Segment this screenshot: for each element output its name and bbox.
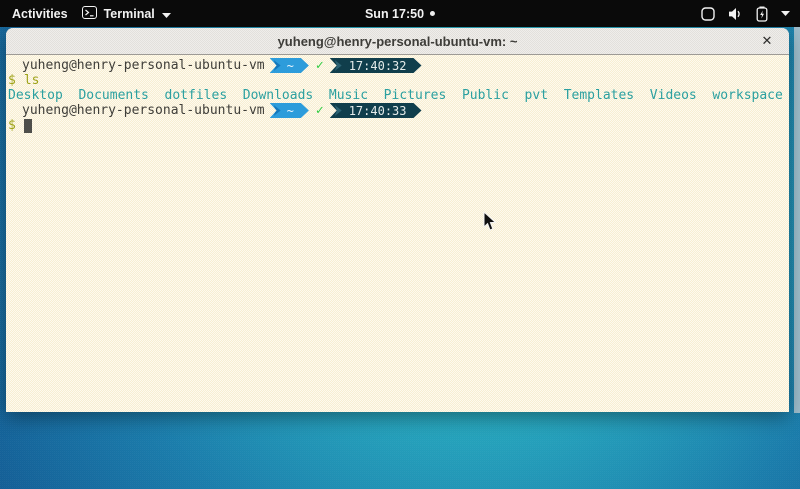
path-label: ~ — [287, 59, 294, 73]
close-icon[interactable]: ✕ — [756, 28, 778, 55]
command-text: ls — [24, 73, 40, 88]
chevron-down-icon — [781, 11, 790, 16]
text-cursor — [24, 119, 32, 133]
prompt-path-segment: ~ — [270, 58, 309, 73]
ls-output-line: Desktop Documents dotfiles Downloads Mus… — [8, 88, 789, 103]
window-titlebar[interactable]: yuheng@henry-personal-ubuntu-vm: ~ ✕ — [6, 28, 789, 55]
activities-button[interactable]: Activities — [12, 7, 68, 21]
volume-icon — [728, 7, 743, 21]
battery-charging-icon — [756, 6, 768, 22]
terminal-icon — [82, 6, 97, 22]
mouse-pointer-icon — [483, 211, 497, 237]
top-bar: Activities Terminal Sun 17:50 — [0, 0, 800, 27]
current-prompt-line: $ — [8, 118, 789, 133]
app-menu-terminal[interactable]: Terminal — [82, 6, 171, 22]
prompt-path-segment: ~ — [270, 103, 309, 118]
prompt-time-segment: 17:40:33 — [330, 103, 422, 118]
path-label: ~ — [287, 104, 294, 118]
notification-dot-icon — [430, 11, 435, 16]
prompt-user-host: yuheng@henry-personal-ubuntu-vm — [22, 58, 265, 73]
prompt-time-segment: 17:40:32 — [330, 58, 422, 73]
window-title: yuheng@henry-personal-ubuntu-vm: ~ — [278, 34, 518, 49]
terminal-window: yuheng@henry-personal-ubuntu-vm: ~ ✕ yuh… — [6, 28, 789, 412]
prompt-line-1: yuheng@henry-personal-ubuntu-vm ~ ✓ 17:4… — [8, 58, 789, 73]
prompt-user-host: yuheng@henry-personal-ubuntu-vm — [22, 103, 265, 118]
command-line: $ ls — [8, 73, 789, 88]
prompt-symbol: $ — [8, 118, 16, 133]
system-status-menu[interactable] — [701, 0, 790, 27]
screen-indicator-icon — [701, 7, 715, 21]
clock-label: Sun 17:50 — [365, 7, 424, 21]
time-label: 17:40:32 — [349, 59, 407, 73]
chevron-down-icon — [162, 7, 171, 21]
time-label: 17:40:33 — [349, 104, 407, 118]
desktop-edge-highlight — [794, 27, 800, 413]
prompt-line-2: yuheng@henry-personal-ubuntu-vm ~ ✓ 17:4… — [8, 103, 789, 118]
clock-button[interactable]: Sun 17:50 — [365, 0, 435, 27]
app-menu-label: Terminal — [104, 7, 155, 21]
terminal-body[interactable]: yuheng@henry-personal-ubuntu-vm ~ ✓ 17:4… — [6, 55, 789, 412]
prompt-symbol: $ — [8, 73, 16, 88]
success-check-icon: ✓ — [316, 58, 324, 73]
success-check-icon: ✓ — [316, 103, 324, 118]
